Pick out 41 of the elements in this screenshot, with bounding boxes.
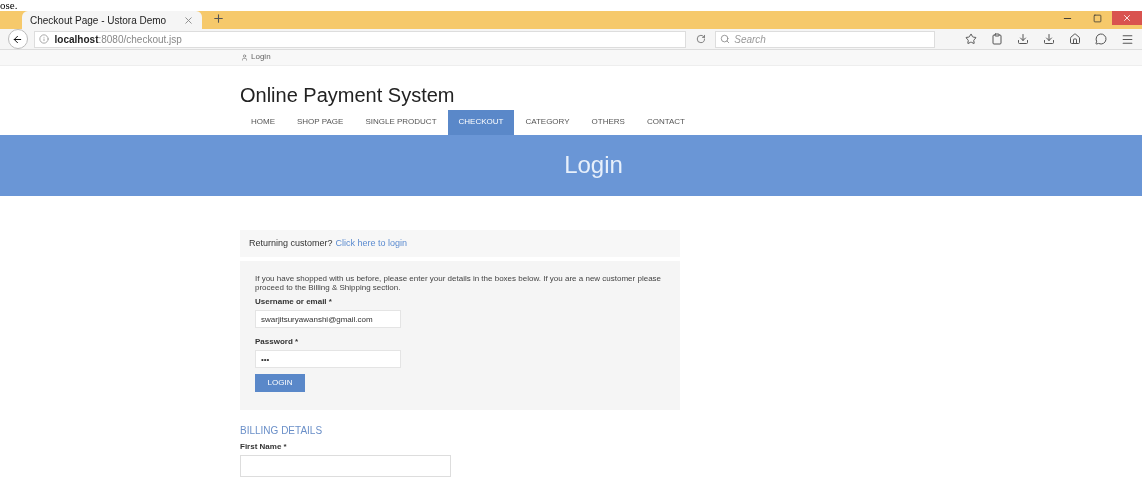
- field-label: Username or email *: [255, 296, 333, 308]
- site-title: Online Payment System: [240, 83, 455, 106]
- clipboard-icon[interactable]: [991, 33, 1003, 46]
- intro-text: If you have shopped with us before, please enter your details in the boxes below. If you are a new customer please proceed to the Billing & Shipping section.: [255, 274, 663, 292]
- nav-tab[interactable]: HOME: [240, 110, 286, 135]
- reload-icon[interactable]: [695, 34, 706, 45]
- maximize-icon[interactable]: [1093, 13, 1102, 23]
- close-icon: [1122, 13, 1132, 23]
- field-label: Password *: [255, 336, 300, 348]
- menu-icon[interactable]: [1121, 32, 1134, 46]
- nav-tab[interactable]: SHOP PAGE: [286, 110, 355, 135]
- browser-tab[interactable]: Checkout Page - Ustora Demo: [22, 11, 202, 30]
- field-label: First Name *: [240, 441, 288, 453]
- input-field[interactable]: •••: [255, 350, 401, 368]
- search-icon: [720, 34, 731, 45]
- back-arrow-icon: [12, 33, 24, 45]
- input-field[interactable]: swarjitsuryawanshi@gmail.com: [255, 310, 401, 328]
- input-field[interactable]: [240, 455, 451, 477]
- billing-heading: BILLING DETAILS: [240, 424, 324, 438]
- new-tab-icon[interactable]: [212, 12, 225, 26]
- window-close-button[interactable]: [1112, 11, 1142, 25]
- close-icon[interactable]: [183, 14, 194, 26]
- back-button[interactable]: [8, 29, 28, 50]
- download-icon[interactable]: [1017, 33, 1029, 46]
- nav-tab[interactable]: CONTACT: [635, 110, 696, 135]
- nav-tab[interactable]: CATEGORY: [514, 110, 581, 135]
- nav-tab[interactable]: OTHERS: [580, 110, 636, 135]
- banner-title: Login: [564, 150, 623, 181]
- info-icon: [38, 34, 49, 45]
- document-fragment: ose.: [0, 0, 18, 11]
- returning-customer-text: Returning customer?: [249, 236, 333, 250]
- address-field[interactable]: localhost:8080/checkout.jsp: [33, 30, 686, 48]
- login-link[interactable]: Login: [251, 51, 271, 64]
- user-icon: [241, 53, 248, 61]
- home-icon[interactable]: [1069, 33, 1081, 46]
- download-icon[interactable]: [1043, 33, 1055, 46]
- nav-tab[interactable]: CHECKOUT: [447, 110, 515, 135]
- star-icon[interactable]: [965, 33, 977, 46]
- chat-icon[interactable]: [1095, 33, 1107, 46]
- login-button[interactable]: LOGIN: [255, 374, 305, 392]
- nav-tab[interactable]: SINGLE PRODUCT: [354, 110, 448, 135]
